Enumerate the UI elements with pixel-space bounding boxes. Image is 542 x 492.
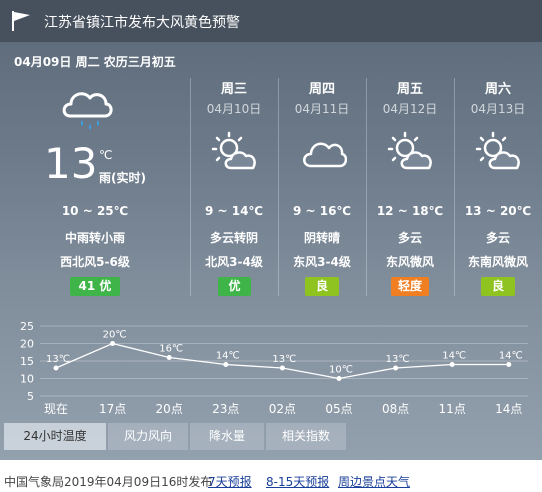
- forecast-wind: 东风微风: [385, 255, 434, 269]
- forecast-day-2[interactable]: 周四 04月11日 9 ~ 16℃ 阴转晴 东风3-4级 良: [278, 78, 366, 302]
- temperature-data-label: 14℃: [499, 351, 523, 362]
- partly-cloudy-icon: [475, 131, 520, 170]
- forecast-date: 04月13日: [470, 102, 526, 116]
- forecast-wind: 东南风微风: [467, 255, 528, 269]
- alert-bar[interactable]: 江苏省镇江市发布大风黄色预警: [0, 0, 542, 42]
- temperature-data-label: 13℃: [46, 354, 70, 365]
- temperature-point: [506, 362, 512, 367]
- y-tick-label: 15: [20, 355, 34, 368]
- partly-cloudy-icon: [387, 131, 432, 170]
- forecast-aqi-badge[interactable]: 良: [481, 277, 515, 296]
- forecast-weather: 多云: [397, 231, 422, 245]
- forecast-weekday: 周五: [396, 82, 423, 97]
- forecast-aqi-badge[interactable]: 轻度: [391, 277, 429, 296]
- tab-wind[interactable]: 风力风向: [108, 423, 188, 450]
- temperature-data-label: 14℃: [442, 351, 466, 362]
- x-tick-label: 20点: [156, 402, 183, 416]
- x-tick-label: 23点: [212, 402, 239, 416]
- y-tick-label: 5: [27, 390, 34, 403]
- footer: 中国气象局2019年04月09日16时发布 7天预报 8-15天预报 周边景点天…: [0, 473, 542, 491]
- tab-precipitation[interactable]: 降水量: [190, 423, 264, 450]
- forecast-day-3[interactable]: 周五 04月12日 12 ~ 18℃ 多云 东风微风 轻度: [366, 78, 454, 302]
- date-line: 04月09日 周二 农历三月初五: [14, 55, 176, 69]
- x-tick-label: 08点: [382, 402, 409, 416]
- weather-widget: 江苏省镇江市发布大风黄色预警 04月09日 周二 农历三月初五 13 ℃ 雨(实…: [0, 0, 542, 460]
- forecast-weekday: 周六: [484, 82, 511, 97]
- today-weather: 中雨转小雨: [64, 231, 125, 245]
- link-7-day-forecast[interactable]: 7天预报: [208, 473, 252, 490]
- temperature-data-label: 14℃: [216, 351, 240, 362]
- link-nearby-scenic-weather[interactable]: 周边景点天气: [338, 473, 410, 490]
- today-column: 10 ~ 25℃ 中雨转小雨 西北风5-6级 41 优: [0, 78, 190, 302]
- forecast-date: 04月10日: [206, 102, 262, 116]
- today-wind: 西北风5-6级: [60, 255, 130, 269]
- x-tick-label: 17点: [99, 402, 126, 416]
- warning-flag-icon: [12, 11, 30, 31]
- forecast-aqi-badge[interactable]: 良: [305, 277, 339, 296]
- x-tick-label: 05点: [325, 402, 352, 416]
- forecast-aqi-badge[interactable]: 优: [218, 277, 251, 296]
- temperature-data-label: 10℃: [329, 365, 353, 376]
- temperature-point: [393, 365, 399, 371]
- x-tick-label: 11点: [439, 402, 466, 416]
- forecast-wind: 北风3-4级: [205, 255, 263, 269]
- x-tick-label: 02点: [269, 402, 296, 416]
- forecast-weather: 多云转阴: [209, 231, 258, 245]
- forecast-day-1[interactable]: 周三 04月10日 9 ~ 14℃ 多云转阴 北风3-4级 优: [190, 78, 278, 302]
- temperature-point: [279, 365, 285, 371]
- forecast-weather: 多云: [485, 231, 510, 245]
- cloud-icon: [303, 142, 347, 168]
- forecast-weekday: 周四: [308, 82, 335, 97]
- link-8-15-day-forecast[interactable]: 8-15天预报: [266, 473, 329, 490]
- hourly-temperature-chart: 25 20 15 10 5 13℃ 现在 20℃ 17点 16℃ 20点 14℃ 23点 13℃ 02点 10…: [20, 320, 528, 416]
- forecast-date: 04月12日: [382, 102, 438, 116]
- forecast-temp-range: 12 ~ 18℃: [376, 204, 444, 218]
- y-tick-label: 10: [20, 373, 34, 386]
- temperature-data-label: 16℃: [159, 344, 183, 355]
- alert-text[interactable]: 江苏省镇江市发布大风黄色预警: [44, 12, 240, 32]
- partly-cloudy-icon: [211, 131, 256, 170]
- today-temp-range: 10 ~ 25℃: [61, 204, 129, 218]
- y-tick-label: 25: [20, 320, 34, 333]
- forecast-temp-range: 13 ~ 20℃: [464, 204, 532, 218]
- tab-24h-temperature[interactable]: 24小时温度: [4, 423, 106, 450]
- temperature-data-label: 13℃: [272, 354, 296, 365]
- temperature-point: [166, 355, 172, 360]
- forecast-weather: 阴转晴: [303, 231, 340, 245]
- temperature-data-label: 20℃: [103, 330, 127, 341]
- temperature-point: [336, 376, 342, 381]
- y-tick-label: 20: [20, 338, 34, 351]
- temperature-data-label: 13℃: [386, 354, 410, 365]
- x-tick-label: 现在: [44, 402, 68, 416]
- today-aqi-badge[interactable]: 41 优: [70, 277, 120, 296]
- forecast-date: 04月11日: [294, 102, 350, 116]
- temperature-point: [53, 365, 59, 371]
- temperature-point: [449, 362, 455, 367]
- forecast-weekday: 周三: [220, 82, 247, 97]
- forecast-temp-range: 9 ~ 14℃: [205, 204, 263, 218]
- forecast-temp-range: 9 ~ 16℃: [293, 204, 351, 218]
- x-tick-label: 14点: [495, 402, 522, 416]
- temperature-point: [110, 341, 116, 346]
- publish-info: 中国气象局2019年04月09日16时发布: [4, 475, 213, 489]
- forecast-day-4[interactable]: 周六 04月13日 13 ~ 20℃ 多云 东南风微风 良: [454, 78, 542, 302]
- tab-related-index[interactable]: 相关指数: [266, 423, 346, 450]
- forecast-wind: 东风3-4级: [293, 255, 351, 269]
- temperature-point: [223, 362, 229, 367]
